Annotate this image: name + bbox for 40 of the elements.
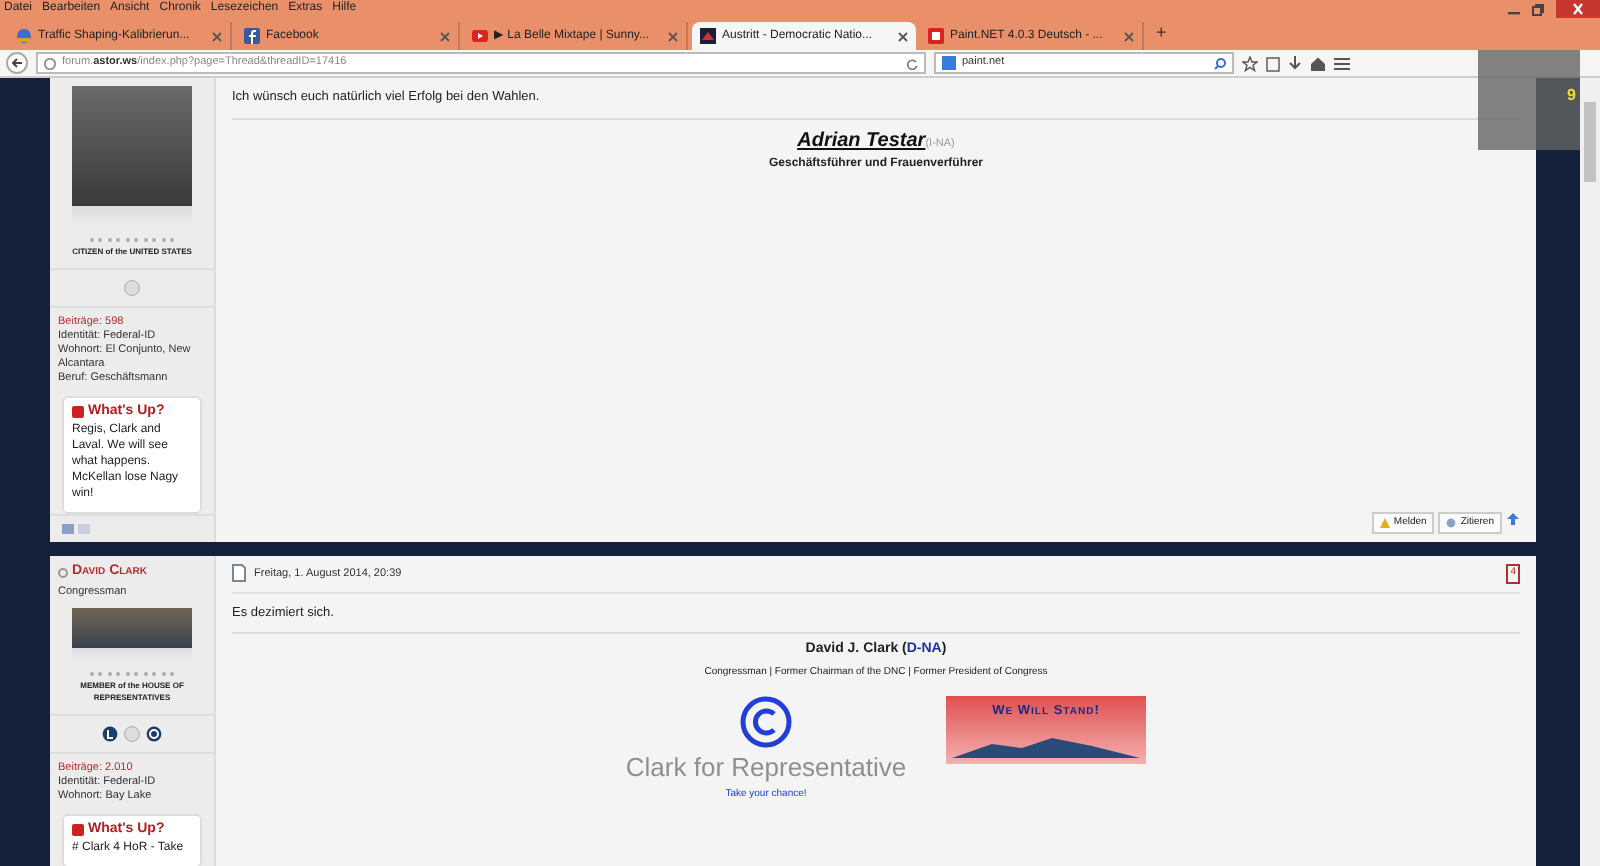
status-icon — [72, 823, 84, 836]
search-icon[interactable] — [1214, 57, 1226, 69]
document-icon — [232, 564, 246, 583]
copyright-logo-icon — [740, 696, 792, 749]
paint-icon — [928, 28, 944, 44]
close-icon[interactable] — [440, 31, 450, 41]
photo-reflection — [72, 205, 192, 225]
award-icon — [124, 279, 140, 295]
home-icon[interactable] — [1310, 55, 1326, 71]
counter-text: 9 — [1567, 84, 1576, 108]
close-icon[interactable] — [668, 31, 678, 41]
back-icon[interactable] — [6, 52, 28, 74]
award-icon — [102, 725, 118, 741]
restore-icon[interactable] — [1532, 3, 1544, 15]
offline-status-icon — [58, 567, 68, 578]
download-icon[interactable] — [1288, 55, 1302, 71]
campaign-logo-text: Clark for Representative — [625, 750, 907, 787]
clipboard-icon[interactable] — [1266, 55, 1280, 71]
signature-name[interactable]: Adrian Testar — [797, 129, 926, 152]
new-tab-button[interactable]: + — [1148, 19, 1175, 50]
warning-icon — [1379, 517, 1390, 528]
status-icon — [72, 405, 84, 418]
search-engine-icon — [942, 56, 956, 70]
globe-icon — [44, 57, 56, 69]
scrollbar-thumb[interactable] — [1584, 102, 1596, 182]
close-icon[interactable] — [898, 31, 908, 41]
menu-icon[interactable] — [1334, 55, 1350, 71]
close-icon[interactable] — [1556, 0, 1600, 18]
forum-icon — [700, 28, 716, 44]
bookmark-star-icon[interactable] — [1242, 55, 1258, 71]
facebook-icon — [244, 28, 260, 44]
video-icon — [472, 28, 488, 44]
photo-placeholder — [72, 607, 192, 648]
globe-icon — [16, 28, 32, 44]
close-icon[interactable] — [212, 31, 222, 41]
quote-icon — [1446, 517, 1457, 528]
reload-icon[interactable] — [906, 57, 918, 69]
close-icon[interactable] — [1124, 31, 1134, 41]
photo-placeholder — [72, 86, 192, 206]
scroll-up-icon[interactable] — [1506, 511, 1520, 525]
